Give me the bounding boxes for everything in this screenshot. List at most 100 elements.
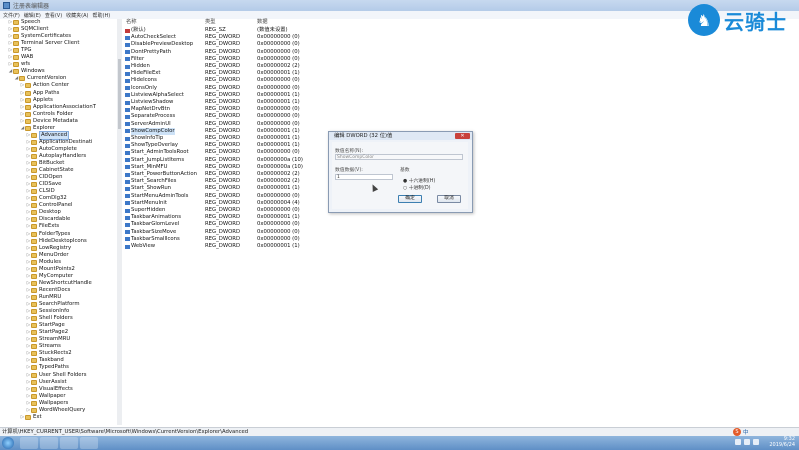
taskbar-regedit-icon[interactable] xyxy=(80,437,98,449)
tree-item[interactable]: ▷ CIDOpen xyxy=(26,174,63,181)
value-row[interactable]: ListviewAlphaSelect REG_DWORD 0x00000001 (… xyxy=(122,92,422,99)
tree-item[interactable]: ▷ SystemCertificates xyxy=(8,33,71,40)
tree-item[interactable]: ▷ SearchPlatform xyxy=(26,301,80,308)
menu-view[interactable]: 查看(V) xyxy=(45,12,62,19)
tree-item[interactable]: ▷ TypedPaths xyxy=(26,364,69,371)
tray-network-icon[interactable] xyxy=(744,439,750,445)
menu-edit[interactable]: 编辑(E) xyxy=(24,12,41,19)
tree-item[interactable]: ▷ MyComputer xyxy=(26,273,73,280)
ok-button[interactable]: 确定 xyxy=(398,195,422,203)
value-row[interactable]: TaskbarGlomLevel REG_DWORD 0x00000000 (0) xyxy=(122,221,422,228)
taskbar-media-icon[interactable] xyxy=(60,437,78,449)
column-header-type[interactable]: 类型 xyxy=(205,19,216,26)
tree-item[interactable]: ▷ HideDesktopIcons xyxy=(26,238,87,245)
tree-item[interactable]: ▷ Wallpapers xyxy=(26,400,68,407)
taskbar-ie-icon[interactable] xyxy=(20,437,38,449)
tree-item[interactable]: ◢ Windows xyxy=(8,68,45,75)
value-row[interactable]: SeparateProcess REG_DWORD 0x00000000 (0) xyxy=(122,113,422,120)
radio-decimal[interactable]: ○ 十进制(D) xyxy=(403,184,431,191)
menu-file[interactable]: 文件(F) xyxy=(3,12,20,19)
tree-item[interactable]: ▷ TPG xyxy=(8,47,32,54)
tree-item[interactable]: ▷ RecentDocs xyxy=(26,287,70,294)
tree-item[interactable]: ▷ Wallpaper xyxy=(26,393,66,400)
tree-item[interactable]: ▷ Terminal Server Client xyxy=(8,40,79,47)
tree-item[interactable]: ▷ Advanced xyxy=(26,130,70,140)
value-row[interactable]: TaskbarAnimations REG_DWORD 0x00000001 (1) xyxy=(122,214,422,221)
ime-mode-label[interactable]: 中 xyxy=(743,428,749,436)
start-button[interactable] xyxy=(2,437,14,449)
tree-item[interactable]: ▷ Taskband xyxy=(26,357,64,364)
tree-item[interactable]: ▷ StartPage xyxy=(26,322,65,329)
value-row[interactable]: TaskbarSmallIcons REG_DWORD 0x00000000 (0) xyxy=(122,236,422,243)
value-row[interactable]: IconsOnly REG_DWORD 0x00000000 (0) xyxy=(122,85,422,92)
dialog-close-button[interactable]: ✕ xyxy=(455,133,470,139)
tree-item[interactable]: ▷ Streams xyxy=(26,343,61,350)
value-row[interactable]: HideFileExt REG_DWORD 0x00000001 (1) xyxy=(122,70,422,77)
tree-item[interactable]: ▷ wfs xyxy=(8,61,30,68)
value-row[interactable]: (默认) REG_SZ (数值未设置) xyxy=(122,27,422,34)
value-data-input[interactable]: 1 xyxy=(335,174,393,180)
tree-item[interactable]: ▷ AutoplayHandlers xyxy=(26,153,86,160)
tree-item[interactable]: ▷ SQMClient xyxy=(8,26,48,33)
tree-item[interactable]: ▷ LowRegistry xyxy=(26,245,71,252)
value-row[interactable]: Filter REG_DWORD 0x00000000 (0) xyxy=(122,56,422,63)
sogou-ime-icon[interactable]: S xyxy=(733,427,741,436)
tree-item[interactable]: ▷ User Shell Folders xyxy=(26,372,87,379)
menu-help[interactable]: 帮助(H) xyxy=(93,12,111,19)
tree-item[interactable]: ▷ ComDlg32 xyxy=(26,195,67,202)
tree-item[interactable]: ▷ WordWheelQuery xyxy=(26,407,85,414)
tree-item[interactable]: ▷ RunMRU xyxy=(26,294,61,301)
tree-item[interactable]: ▷ Desktop xyxy=(26,209,61,216)
tree-item[interactable]: ▷ FolderTypes xyxy=(26,231,70,238)
tree-item[interactable]: ▷ ApplicationDestinati xyxy=(26,139,92,146)
tree-item[interactable]: ▷ Ext xyxy=(20,414,42,421)
menu-favorites[interactable]: 收藏夹(A) xyxy=(66,12,88,19)
value-row[interactable]: ListviewShadow REG_DWORD 0x00000001 (1) xyxy=(122,99,422,106)
ime-toolbar[interactable]: S 中 xyxy=(733,427,771,436)
cancel-button[interactable]: 取消 xyxy=(437,195,461,203)
tree-item[interactable]: ▷ Modules xyxy=(26,259,61,266)
tree-item[interactable]: ▷ CLSID xyxy=(26,188,55,195)
value-row[interactable]: Hidden REG_DWORD 0x00000002 (2) xyxy=(122,63,422,70)
tree-item[interactable]: ▷ Discardable xyxy=(26,216,70,223)
tree-item[interactable]: ▷ Shell Folders xyxy=(26,315,73,322)
tree-item[interactable]: ▷ SessionInfo xyxy=(26,308,69,315)
tree-item[interactable]: ▷ CabinetState xyxy=(26,167,74,174)
tree-item[interactable]: ▷ Speech xyxy=(8,19,41,26)
tree-item[interactable]: ▷ AutoComplete xyxy=(26,146,77,153)
value-row[interactable]: MapNetDrvBtn REG_DWORD 0x00000000 (0) xyxy=(122,106,422,113)
tree-item[interactable]: ▷ Controls Folder xyxy=(20,111,73,118)
tree-item[interactable]: ▷ App Paths xyxy=(20,90,59,97)
value-row[interactable]: AutoCheckSelect REG_DWORD 0x00000000 (0) xyxy=(122,34,422,41)
tree-item[interactable]: ◢ CurrentVersion xyxy=(14,75,66,82)
tray-volume-icon[interactable] xyxy=(753,439,759,445)
value-row[interactable]: WebView REG_DWORD 0x00000001 (1) xyxy=(122,243,422,250)
tray-clock[interactable]: 9:32 2019/6/24 xyxy=(769,436,795,450)
tree-item[interactable]: ▷ WAB xyxy=(8,54,33,61)
tree-scrollbar-thumb[interactable] xyxy=(118,59,121,129)
value-row[interactable]: HideIcons REG_DWORD 0x00000000 (0) xyxy=(122,77,422,84)
tree-item[interactable]: ▷ StreamMRU xyxy=(26,336,70,343)
tree-item[interactable]: ▷ NewShortcutHandle xyxy=(26,280,92,287)
radio-hex[interactable]: ● 十六进制(H) xyxy=(403,177,435,184)
tree-item[interactable]: ▷ StuckRects2 xyxy=(26,350,72,357)
tree-item[interactable]: ▷ CIDSave xyxy=(26,181,61,188)
tree-item[interactable]: ▷ UserAssist xyxy=(26,379,67,386)
registry-values-list[interactable]: 名称 类型 数据 (默认) REG_SZ (数值未设置) AutoCheckSelec… xyxy=(122,19,799,425)
value-row[interactable]: ServerAdminUI REG_DWORD 0x00000000 (0) xyxy=(122,121,422,128)
tree-item[interactable]: ▷ Device Metadata xyxy=(20,118,78,125)
column-header-data[interactable]: 数据 xyxy=(257,19,268,26)
tree-item[interactable]: ▷ StartPage2 xyxy=(26,329,68,336)
tree-item[interactable]: ▷ VisualEffects xyxy=(26,386,73,393)
value-row[interactable]: TaskbarSizeMove REG_DWORD 0x00000000 (0) xyxy=(122,229,422,236)
registry-key-tree[interactable]: ▷ Speech ▷ SQMClient ▷ SystemCertificates ▷ Ter… xyxy=(0,19,118,425)
tree-item[interactable]: ▷ Applets xyxy=(20,97,53,104)
value-row[interactable]: DisablePreviewDesktop REG_DWORD 0x00000000… xyxy=(122,41,422,48)
value-row[interactable]: DontPrettyPath REG_DWORD 0x00000000 (0) xyxy=(122,49,422,56)
tray-flag-icon[interactable] xyxy=(735,439,741,445)
tree-item[interactable]: ▷ MenuOrder xyxy=(26,252,69,259)
taskbar-explorer-icon[interactable] xyxy=(40,437,58,449)
tree-item[interactable]: ▷ FileExts xyxy=(26,223,59,230)
tree-item[interactable]: ▷ ControlPanel xyxy=(26,202,72,209)
column-header-name[interactable]: 名称 xyxy=(126,19,137,26)
